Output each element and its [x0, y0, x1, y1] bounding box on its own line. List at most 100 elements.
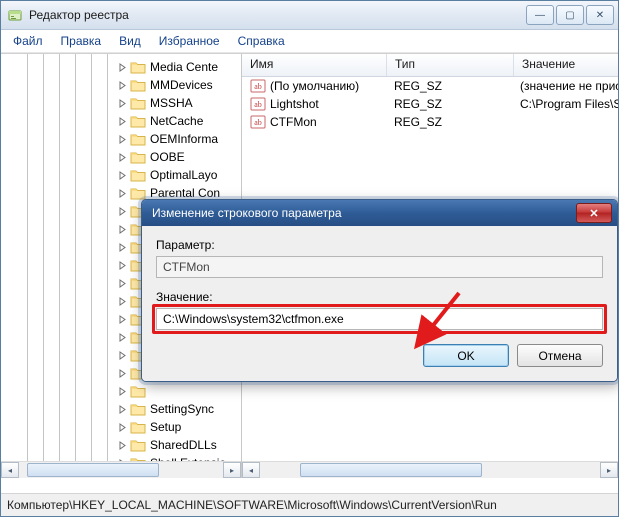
tree-item[interactable]: Setup [1, 418, 241, 436]
window-title: Редактор реестра [29, 8, 526, 22]
value-name: Lightshot [270, 97, 319, 111]
value-data: C:\Program Files\Sk [512, 97, 618, 111]
col-type[interactable]: Тип [387, 54, 514, 76]
menu-edit[interactable]: Правка [53, 32, 110, 50]
folder-icon [130, 78, 146, 92]
expand-icon[interactable] [117, 368, 128, 379]
tree-item-label: OEMInforma [150, 132, 218, 146]
expand-icon[interactable] [117, 314, 128, 325]
value-highlight [152, 304, 607, 334]
scroll-left-button[interactable]: ◂ [242, 462, 260, 478]
expand-icon[interactable] [117, 62, 128, 73]
dialog-titlebar[interactable]: Изменение строкового параметра ✕ [142, 200, 617, 226]
ok-button[interactable]: OK [423, 344, 509, 367]
tree-item[interactable]: NetCache [1, 112, 241, 130]
expand-icon[interactable] [117, 242, 128, 253]
minimize-button[interactable]: — [526, 5, 554, 25]
folder-icon [130, 150, 146, 164]
tree-item[interactable] [1, 382, 241, 400]
edit-string-dialog: Изменение строкового параметра ✕ Парамет… [141, 199, 618, 382]
col-value[interactable]: Значение [514, 54, 618, 76]
scroll-thumb[interactable] [300, 463, 482, 477]
value-field[interactable] [156, 308, 603, 330]
folder-icon [130, 438, 146, 452]
tree-item-label: MMDevices [150, 78, 213, 92]
tree-item-label: MSSHA [150, 96, 193, 110]
folder-icon [130, 96, 146, 110]
folder-icon [130, 132, 146, 146]
value-label: Значение: [156, 290, 603, 304]
app-icon [7, 7, 23, 23]
expand-icon[interactable] [117, 260, 128, 271]
string-value-icon: ab [250, 96, 266, 112]
tree-item-label: Parental Con [150, 186, 220, 200]
value-name: (По умолчанию) [270, 79, 359, 93]
svg-text:ab: ab [254, 82, 262, 91]
tree-item-label: Media Cente [150, 60, 218, 74]
menubar: Файл Правка Вид Избранное Справка [1, 30, 618, 53]
col-name[interactable]: Имя [242, 54, 387, 76]
svg-text:ab: ab [254, 100, 262, 109]
menu-file[interactable]: Файл [5, 32, 51, 50]
expand-icon[interactable] [117, 278, 128, 289]
expand-icon[interactable] [117, 134, 128, 145]
tree-item[interactable]: SharedDLLs [1, 436, 241, 454]
menu-view[interactable]: Вид [111, 32, 149, 50]
tree-item[interactable]: OEMInforma [1, 130, 241, 148]
string-value-icon: ab [250, 114, 266, 130]
tree-item[interactable]: MMDevices [1, 76, 241, 94]
expand-icon[interactable] [117, 332, 128, 343]
list-row[interactable]: abLightshotREG_SZC:\Program Files\Sk [242, 95, 618, 113]
scroll-left-button[interactable]: ◂ [1, 462, 19, 478]
scroll-thumb[interactable] [27, 463, 159, 477]
expand-icon[interactable] [117, 206, 128, 217]
tree-item[interactable]: Media Cente [1, 58, 241, 76]
value-type: REG_SZ [386, 79, 512, 93]
tree-item[interactable]: OptimalLayo [1, 166, 241, 184]
folder-icon [130, 114, 146, 128]
value-type: REG_SZ [386, 115, 512, 129]
param-name-field [156, 256, 603, 278]
folder-icon [130, 402, 146, 416]
scroll-right-button[interactable]: ▸ [223, 462, 241, 478]
expand-icon[interactable] [117, 224, 128, 235]
tree-item[interactable]: SettingSync [1, 400, 241, 418]
cancel-button[interactable]: Отмена [517, 344, 603, 367]
tree-item-label: NetCache [150, 114, 203, 128]
list-row[interactable]: abCTFMonREG_SZ [242, 113, 618, 131]
folder-icon [130, 60, 146, 74]
folder-icon [130, 168, 146, 182]
statusbar: Компьютер\HKEY_LOCAL_MACHINE\SOFTWARE\Mi… [1, 493, 618, 516]
menu-help[interactable]: Справка [230, 32, 293, 50]
expand-icon[interactable] [117, 386, 128, 397]
folder-icon [130, 420, 146, 434]
expand-icon[interactable] [117, 350, 128, 361]
tree-item-label: OptimalLayo [150, 168, 217, 182]
list-row[interactable]: ab(По умолчанию)REG_SZ(значение не присв [242, 77, 618, 95]
tree-item-label: Setup [150, 420, 181, 434]
values-hscroll[interactable]: ◂ ▸ [242, 461, 618, 478]
expand-icon[interactable] [117, 404, 128, 415]
expand-icon[interactable] [117, 152, 128, 163]
expand-icon[interactable] [117, 440, 128, 451]
tree-hscroll[interactable]: ◂ ▸ [1, 461, 241, 478]
close-button[interactable]: ✕ [586, 5, 614, 25]
maximize-button[interactable]: ▢ [556, 5, 584, 25]
list-header[interactable]: Имя Тип Значение [242, 54, 618, 77]
scroll-right-button[interactable]: ▸ [600, 462, 618, 478]
svg-text:ab: ab [254, 118, 262, 127]
expand-icon[interactable] [117, 170, 128, 181]
expand-icon[interactable] [117, 422, 128, 433]
expand-icon[interactable] [117, 98, 128, 109]
tree-item-label: SharedDLLs [150, 438, 217, 452]
titlebar[interactable]: Редактор реестра — ▢ ✕ [1, 1, 618, 30]
expand-icon[interactable] [117, 296, 128, 307]
dialog-close-button[interactable]: ✕ [576, 203, 612, 223]
expand-icon[interactable] [117, 80, 128, 91]
tree-item[interactable]: MSSHA [1, 94, 241, 112]
tree-item[interactable]: OOBE [1, 148, 241, 166]
menu-favorites[interactable]: Избранное [151, 32, 228, 50]
expand-icon[interactable] [117, 188, 128, 199]
expand-icon[interactable] [117, 116, 128, 127]
param-label: Параметр: [156, 238, 603, 252]
